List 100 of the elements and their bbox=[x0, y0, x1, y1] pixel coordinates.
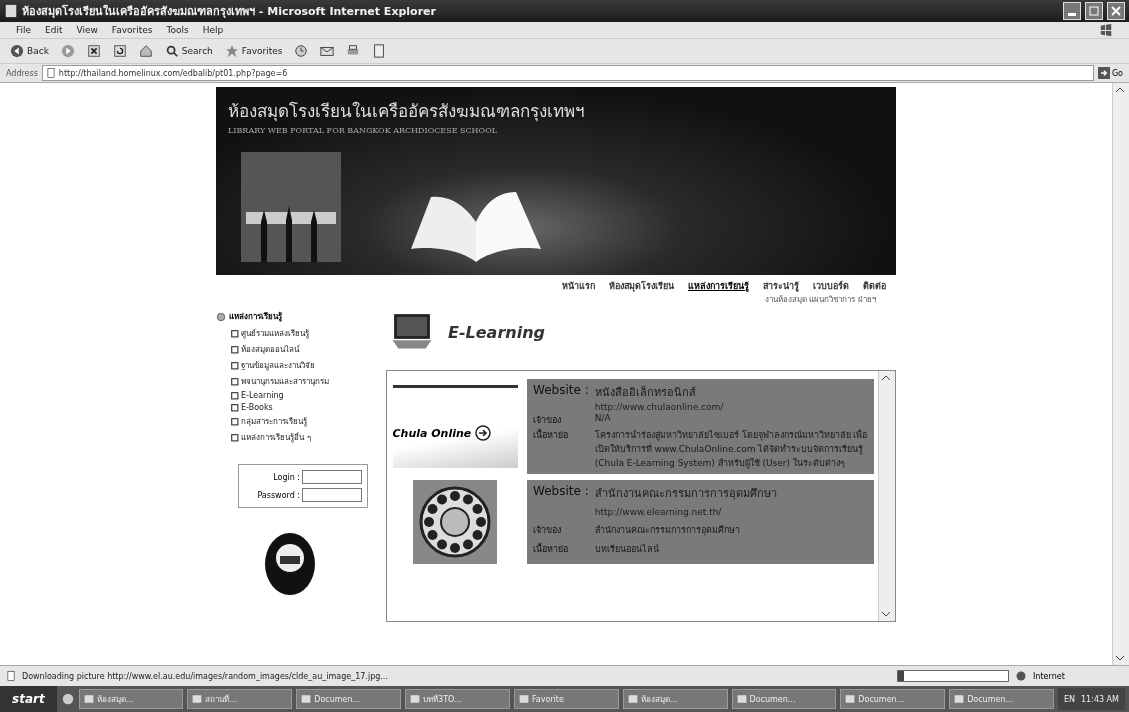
close-button[interactable] bbox=[1107, 2, 1125, 20]
sidebar-link[interactable]: ฐานข้อมูลและงานวิจัย bbox=[230, 359, 376, 372]
window-icon bbox=[518, 694, 529, 704]
menu-item[interactable]: Edit bbox=[45, 25, 63, 35]
taskbar-button[interactable]: Documen... bbox=[840, 689, 946, 709]
website-name: สำนักงานคณะกรรมการการอุดมศึกษา bbox=[594, 486, 778, 502]
summary-label: เนื้อหาย่อ bbox=[533, 542, 569, 556]
taskbar-button[interactable]: ห้องสมุด... bbox=[78, 689, 184, 709]
window-icon bbox=[192, 694, 203, 704]
clock-icon bbox=[294, 44, 309, 58]
taskbar-button[interactable]: ห้องสมุด... bbox=[622, 689, 728, 709]
sidebar-link[interactable]: ศูนย์รวมแหล่งเรียนรู้ bbox=[230, 327, 376, 340]
password-label: Password : bbox=[257, 490, 300, 500]
website-label: Website : bbox=[533, 383, 589, 399]
window-icon bbox=[410, 694, 421, 704]
envelope-icon bbox=[320, 44, 335, 58]
window-icon bbox=[627, 694, 638, 704]
window-title: ห้องสมุดโรงเรียนในเครืออัครสังฆมณฑลกรุงเทพฯ - Microsoft Internet Explorer bbox=[22, 3, 437, 20]
taskbar-button[interactable]: Favorite bbox=[513, 689, 619, 709]
password-field[interactable] bbox=[302, 488, 362, 502]
banner-subtitle: LIBRARY WEB PORTAL FOR BANGKOK ARCHDIOCESE SCHOOL bbox=[228, 126, 499, 135]
minimize-button[interactable] bbox=[1063, 2, 1081, 20]
taskbar-button[interactable]: Documen... bbox=[296, 689, 402, 709]
toolbar-button[interactable]: Favorites bbox=[222, 44, 285, 58]
owner-label: เจ้าของ bbox=[533, 414, 562, 427]
home-icon bbox=[138, 44, 153, 58]
nav-link[interactable]: ติดต่อ bbox=[863, 279, 886, 293]
sidebar-link[interactable]: พจนานุกรมและสารานุกรม bbox=[230, 375, 376, 388]
scrollbar[interactable] bbox=[878, 371, 895, 621]
menu-item[interactable]: Help bbox=[202, 25, 224, 35]
nav-link[interactable]: เวบบอร์ด bbox=[813, 279, 849, 293]
sidebar-link[interactable]: ห้องสมุดออนไลน์ bbox=[230, 343, 376, 356]
go-arrow-icon bbox=[1097, 67, 1110, 79]
summary-text: โครงการนำร่องสู่มหาวิทยาลัยไซเบอร์ โดยจุฬาลงกรณ์มหาวิทยาลัย เพื่อเปิดให้บริการที่ www.ChulaOnline.com ได้จัดทำระบบจัดการเรียนรู้ (Chula E-Learning System) สำหรับผู้ใช้ (User) ในระดับต่างๆ bbox=[594, 428, 868, 470]
taskbar-button[interactable]: สถานที่... bbox=[187, 689, 293, 709]
maximize-button[interactable] bbox=[1085, 2, 1103, 20]
website-link[interactable]: http://www.elearning.net.th/ bbox=[594, 507, 868, 522]
toolbar-button[interactable]: Search bbox=[162, 44, 215, 58]
login-field[interactable] bbox=[302, 470, 362, 484]
wheel-emblem-icon bbox=[413, 480, 497, 564]
security-zone: Internet bbox=[1033, 671, 1066, 681]
scrollbar[interactable] bbox=[1112, 83, 1129, 665]
summary-text: บทเรียนออนไลน์ bbox=[594, 542, 660, 556]
menu-item[interactable]: Favorites bbox=[111, 25, 153, 35]
window-icon bbox=[83, 694, 94, 704]
sidebar-link[interactable]: E-Learning bbox=[230, 391, 376, 400]
menu-item[interactable]: File bbox=[16, 25, 32, 35]
website-link[interactable]: http://www.chulaonline.com/ bbox=[594, 402, 868, 412]
window-icon bbox=[954, 694, 965, 704]
owner-label: เจ้าของ bbox=[533, 523, 562, 537]
globe-icon bbox=[1015, 670, 1027, 682]
department-text: งานห้องสมุด แผนกวิชาการ ฝ่ายฯ bbox=[763, 294, 877, 306]
clock: 11:43 AM bbox=[1081, 694, 1119, 704]
document-icon bbox=[372, 44, 387, 58]
banner-title: ห้องสมุดโรงเรียนในเครืออัครสังฆมณฑลกรุงเทพฯ bbox=[228, 100, 586, 124]
star-icon bbox=[224, 44, 239, 58]
sidebar-link[interactable]: กลุ่มสาระการเรียนรู้ bbox=[230, 415, 376, 428]
nav-link[interactable]: หน้าแรก bbox=[562, 279, 595, 293]
website-label: Website : bbox=[533, 484, 589, 500]
owner-value: สำนักงานคณะกรรมการการอุดมศึกษา bbox=[594, 523, 741, 538]
nav-link[interactable]: สาระน่ารู้ bbox=[763, 279, 799, 293]
website-name: หนังสืออิเล็กทรอนิกส์ bbox=[594, 384, 697, 401]
owner-value: N/A bbox=[594, 413, 612, 425]
menu-item[interactable]: View bbox=[76, 25, 98, 35]
start-button[interactable]: start bbox=[0, 686, 57, 712]
address-field[interactable]: http://thailand.homelinux.com/edbalib/pt01.php?page=6 bbox=[41, 65, 1094, 81]
sidebar-link[interactable]: E-Books bbox=[230, 403, 376, 412]
window-icon bbox=[736, 694, 747, 704]
taskbar-button[interactable]: Documen... bbox=[949, 689, 1054, 709]
chula-online-logo: Chula Online bbox=[392, 385, 518, 468]
address-label: Address bbox=[6, 68, 38, 78]
window-icon bbox=[301, 694, 312, 704]
browser-page-icon bbox=[4, 4, 18, 18]
menu-item[interactable]: Tools bbox=[166, 25, 189, 35]
sidebar-link[interactable]: แหล่งการเรียนรู้อื่น ๆ bbox=[230, 431, 376, 444]
search-icon bbox=[164, 44, 179, 58]
summary-label: เนื้อหาย่อ bbox=[533, 428, 569, 442]
page-icon bbox=[6, 671, 16, 681]
taskbar-button[interactable]: บทที่3TO... bbox=[405, 689, 510, 709]
arrow-circle-icon bbox=[475, 425, 492, 441]
globe-icon bbox=[216, 311, 226, 322]
language-indicator: EN bbox=[1063, 694, 1075, 704]
nav-link[interactable]: ห้องสมุดโรงเรียน bbox=[609, 279, 674, 293]
quick-launch-icon bbox=[60, 692, 75, 706]
go-button[interactable]: Go bbox=[1097, 67, 1123, 79]
toolbar-button[interactable]: Back bbox=[8, 44, 51, 58]
refresh-icon bbox=[112, 44, 127, 58]
minimize-icon bbox=[1068, 12, 1076, 16]
status-text: Downloading picture http://www.el.au.edu/images/random_images/clde_au_image_17.jpg... bbox=[22, 671, 389, 681]
window-icon bbox=[845, 694, 856, 704]
school-emblem-icon bbox=[264, 532, 316, 596]
sidebar-heading: แหล่งการเรียนรู้ bbox=[229, 311, 282, 323]
maximize-icon bbox=[1089, 6, 1099, 16]
toolbar-button[interactable] bbox=[318, 44, 337, 58]
printer-icon bbox=[346, 44, 361, 58]
taskbar-button[interactable]: Documen... bbox=[731, 689, 837, 709]
nav-link[interactable]: แหล่งการเรียนรู้ bbox=[688, 279, 749, 293]
login-label: Login : bbox=[273, 472, 300, 482]
section-title: E-Learning bbox=[448, 322, 546, 342]
stop-icon bbox=[86, 44, 101, 58]
